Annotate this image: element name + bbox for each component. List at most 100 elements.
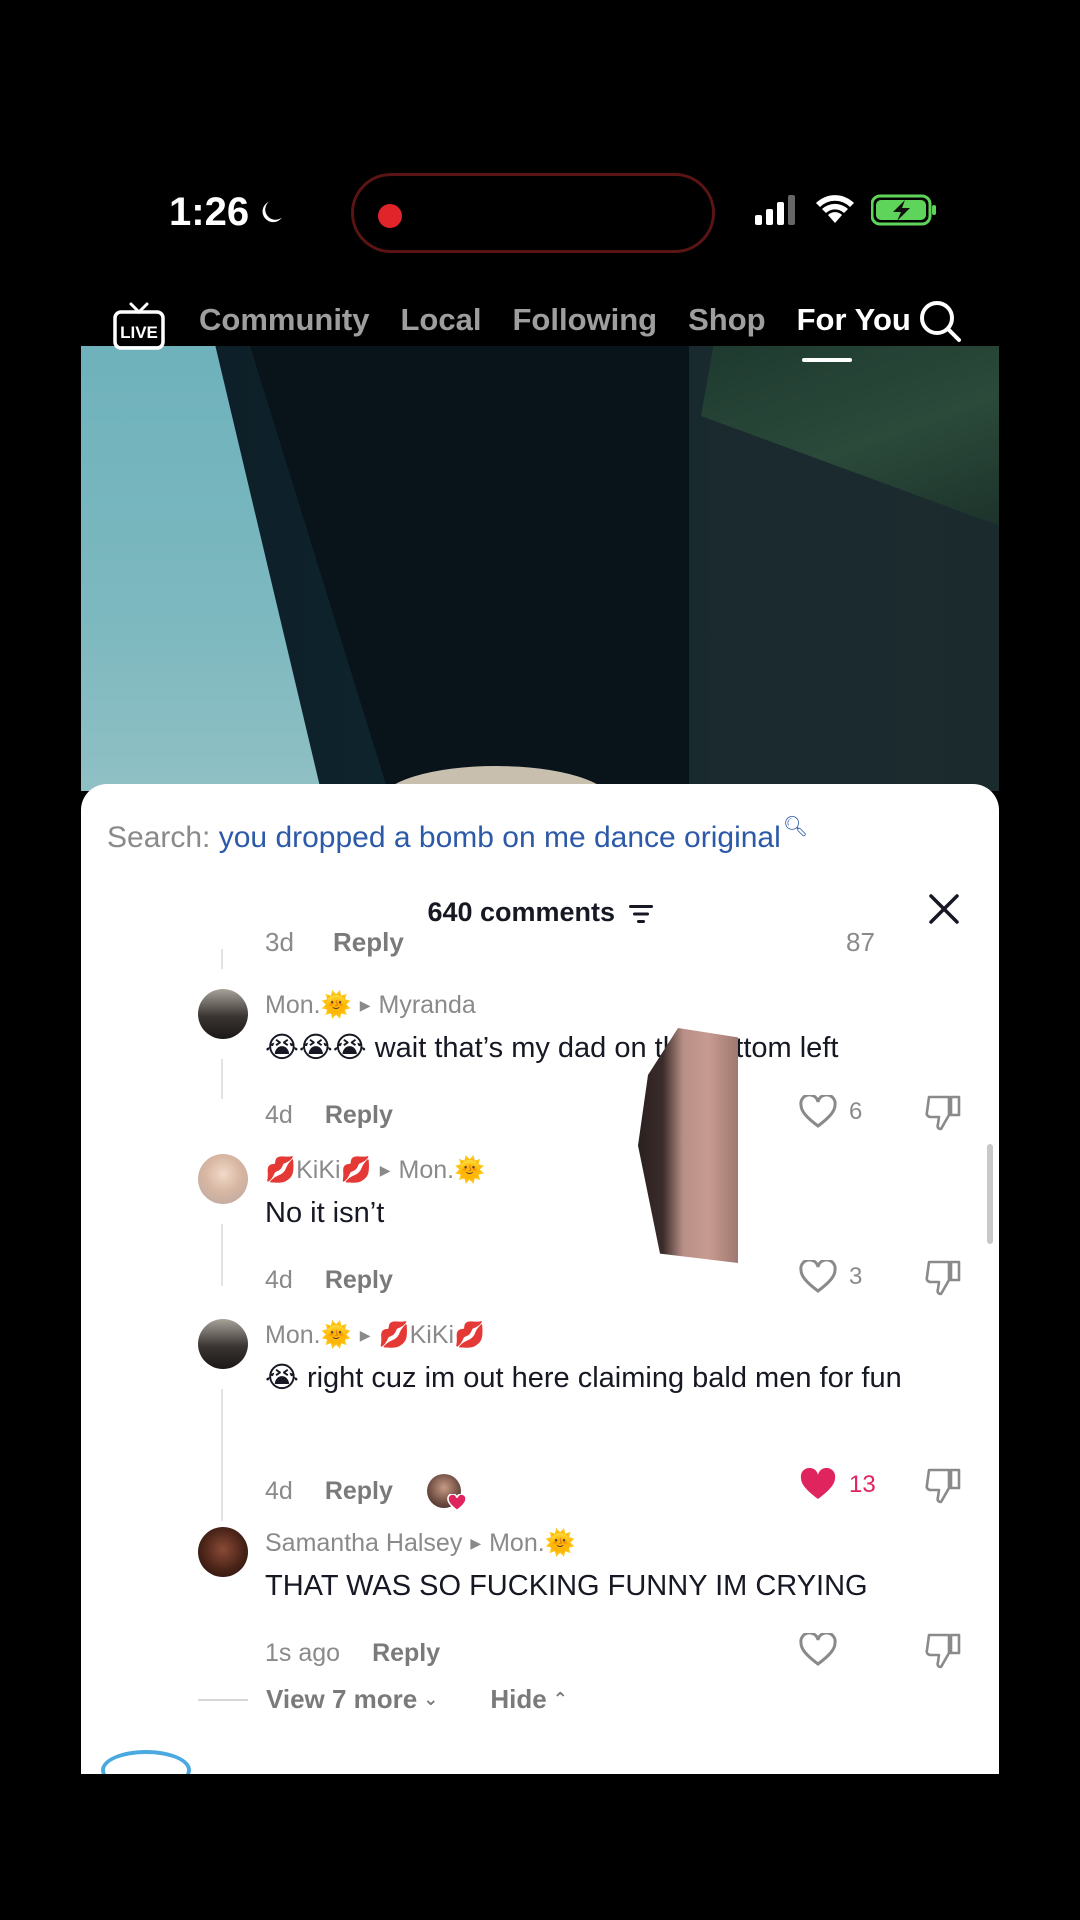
heart-outline-icon bbox=[799, 1633, 837, 1666]
comment-author[interactable]: Mon.🌞 bbox=[265, 991, 352, 1020]
cellular-signal-icon bbox=[755, 195, 795, 225]
thread-line bbox=[221, 1224, 223, 1286]
tab-shop[interactable]: Shop bbox=[688, 302, 766, 338]
status-time: 1:26 bbox=[169, 190, 287, 235]
comment-time: 4d bbox=[265, 1476, 293, 1505]
comment-reply-to[interactable]: Mon.🌞 bbox=[399, 1156, 486, 1185]
like-count: 13 bbox=[849, 1471, 876, 1498]
top-nav-tabs: Community Local Following Shop For You bbox=[199, 302, 911, 338]
video-window bbox=[701, 346, 999, 530]
comment-meta: 4d Reply bbox=[265, 1101, 393, 1130]
sort-filter-icon[interactable] bbox=[628, 904, 653, 924]
heart-outline-icon bbox=[799, 1095, 837, 1128]
comment-header: Samantha Halsey ▶ Mon.🌞 bbox=[265, 1529, 576, 1558]
comment-header: Mon.🌞 ▶ Myranda bbox=[265, 991, 476, 1020]
like-control[interactable]: 6 bbox=[799, 1095, 862, 1129]
search-label: Search: bbox=[107, 821, 211, 854]
like-count: 6 bbox=[849, 1098, 863, 1125]
active-tab-underline bbox=[802, 358, 852, 362]
clock-text: 1:26 bbox=[169, 190, 250, 234]
replies-divider bbox=[198, 1698, 248, 1701]
battery-charging-icon bbox=[871, 194, 936, 226]
dislike-icon[interactable] bbox=[923, 1258, 963, 1298]
status-icons bbox=[755, 194, 937, 226]
cut-reply[interactable]: Reply bbox=[333, 927, 404, 958]
reply-arrow-icon: ▶ bbox=[359, 997, 371, 1013]
avatar[interactable] bbox=[198, 1527, 248, 1577]
tab-following[interactable]: Following bbox=[512, 302, 657, 338]
comment-reply-to[interactable]: Mon.🌞 bbox=[489, 1529, 576, 1558]
comment-author[interactable]: 💋KiKi💋 bbox=[265, 1156, 372, 1185]
search-small-icon: 🔍︎ bbox=[782, 816, 809, 838]
comments-sheet: Search: you dropped a bomb on me dance o… bbox=[81, 784, 999, 1774]
live-tv-icon[interactable]: LIVE bbox=[113, 300, 165, 352]
comment-header: Mon.🌞 ▶ 💋KiKi💋 bbox=[265, 1321, 485, 1350]
creator-liked-avatar bbox=[426, 1474, 467, 1512]
thread-line bbox=[221, 949, 223, 969]
moon-icon bbox=[262, 201, 283, 222]
live-label: LIVE bbox=[120, 323, 158, 342]
tab-for-you[interactable]: For You bbox=[797, 302, 911, 338]
close-icon[interactable] bbox=[927, 892, 961, 926]
like-control[interactable] bbox=[799, 1633, 849, 1667]
comment-meta: 4d Reply bbox=[265, 1266, 393, 1295]
reply-arrow-icon: ▶ bbox=[359, 1327, 371, 1343]
search-icon[interactable] bbox=[917, 298, 963, 344]
like-control[interactable]: 3 bbox=[799, 1260, 862, 1294]
heart-outline-icon bbox=[799, 1260, 837, 1293]
reply-button[interactable]: Reply bbox=[372, 1639, 440, 1668]
reply-button[interactable]: Reply bbox=[325, 1266, 393, 1295]
dislike-icon[interactable] bbox=[923, 1093, 963, 1133]
comment-count: 640 comments bbox=[427, 897, 616, 927]
reply-arrow-icon: ▶ bbox=[470, 1535, 482, 1551]
reply-arrow-icon: ▶ bbox=[379, 1162, 391, 1178]
replies-controls: View 7 more ⌄ Hide ⌃ bbox=[198, 1684, 568, 1715]
comment-text: THAT WAS SO FUCKING FUNNY IM CRYING bbox=[265, 1570, 868, 1602]
heart-badge-icon bbox=[447, 1494, 467, 1512]
heart-filled-icon bbox=[800, 1468, 836, 1499]
comment-text: 😭😭😭 wait that’s my dad on the bottom lef… bbox=[265, 1032, 839, 1064]
recording-dot-icon bbox=[378, 204, 402, 228]
like-count: 3 bbox=[849, 1263, 863, 1290]
comment-author[interactable]: Samantha Halsey bbox=[265, 1529, 462, 1558]
dislike-icon[interactable] bbox=[923, 1466, 963, 1506]
cut-likes: 87 bbox=[846, 927, 875, 957]
scrollbar[interactable] bbox=[987, 1144, 993, 1244]
avatar[interactable] bbox=[198, 989, 248, 1039]
reply-button[interactable]: Reply bbox=[325, 1101, 393, 1130]
avatar[interactable] bbox=[198, 1319, 248, 1369]
comment-time: 4d bbox=[265, 1101, 293, 1129]
comment-meta: 1s ago Reply bbox=[265, 1639, 440, 1668]
related-search[interactable]: Search: you dropped a bomb on me dance o… bbox=[107, 814, 808, 855]
hide-button[interactable]: Hide bbox=[490, 1684, 546, 1715]
comment-header: 💋KiKi💋 ▶ Mon.🌞 bbox=[265, 1156, 485, 1185]
tab-local[interactable]: Local bbox=[401, 302, 482, 338]
chevron-up-icon: ⌃ bbox=[552, 1689, 568, 1709]
comment-reply-to[interactable]: Myranda bbox=[379, 991, 476, 1020]
reply-button[interactable]: Reply bbox=[325, 1477, 393, 1506]
tab-community[interactable]: Community bbox=[199, 302, 370, 338]
video-player[interactable] bbox=[81, 346, 999, 791]
cut-time: 3d bbox=[265, 927, 294, 957]
cut-off-comment-meta: 3d Reply 87 bbox=[81, 927, 999, 967]
comment-text: No it isn’t bbox=[265, 1197, 385, 1229]
comment-text: 😭 right cuz im out here claiming bald me… bbox=[265, 1362, 902, 1394]
comment-reply-to[interactable]: 💋KiKi💋 bbox=[379, 1321, 486, 1350]
thread-line bbox=[221, 1059, 223, 1099]
like-control[interactable]: 13 bbox=[799, 1468, 876, 1502]
comment-author[interactable]: Mon.🌞 bbox=[265, 1321, 352, 1350]
view-more-button[interactable]: View 7 more bbox=[266, 1684, 417, 1715]
search-query-link[interactable]: you dropped a bomb on me dance original bbox=[219, 821, 781, 854]
dynamic-island bbox=[351, 173, 715, 253]
comment-meta: 4d Reply bbox=[265, 1474, 467, 1512]
thread-line bbox=[221, 1389, 223, 1521]
wifi-icon bbox=[816, 195, 854, 223]
dislike-icon[interactable] bbox=[923, 1631, 963, 1671]
chevron-down-icon: ⌄ bbox=[423, 1689, 439, 1709]
comment-time: 1s ago bbox=[265, 1639, 341, 1667]
comment-list[interactable]: 3d Reply 87 Mon.🌞 ▶ Myranda 😭😭😭 wait tha… bbox=[81, 927, 999, 1774]
phone-screen: 1:26 LIVE Community Local Following Shop… bbox=[81, 148, 999, 1774]
comment-time: 4d bbox=[265, 1266, 293, 1294]
avatar[interactable] bbox=[198, 1154, 248, 1204]
comment-count-header: 640 comments bbox=[81, 897, 999, 928]
